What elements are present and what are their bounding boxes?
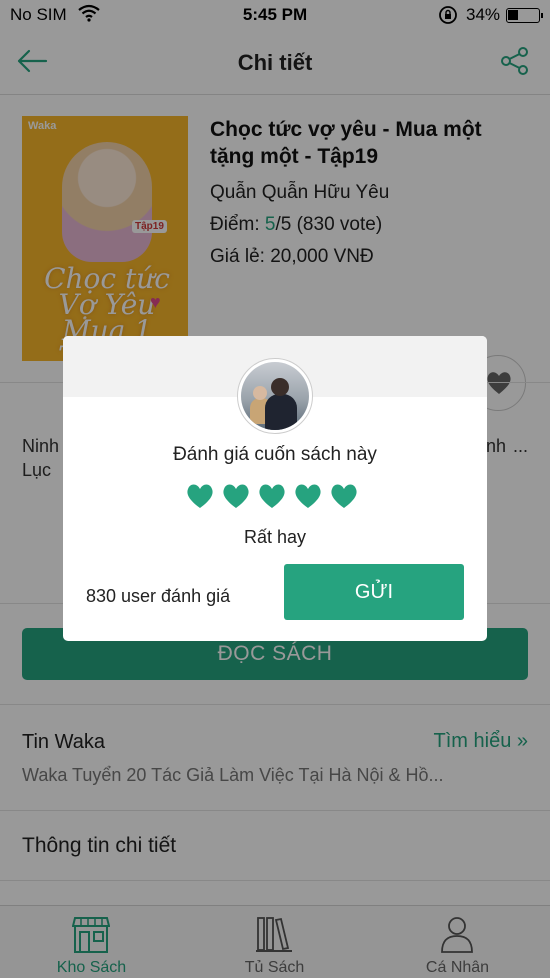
rating-heart-icon[interactable]: [185, 482, 215, 510]
send-button[interactable]: GỬI: [284, 564, 464, 620]
dialog-title: Đánh giá cuốn sách này: [173, 444, 377, 465]
rating-heart-icon[interactable]: [221, 482, 251, 510]
avatar: [237, 358, 313, 434]
rating-label: Rất hay: [243, 527, 307, 547]
rating-heart-icon[interactable]: [293, 482, 323, 510]
rating-hearts: [185, 482, 365, 512]
rating-heart-icon[interactable]: [329, 482, 359, 510]
user-rating-count: 830 user đánh giá: [86, 586, 231, 606]
rating-heart-icon[interactable]: [257, 482, 287, 510]
rating-dialog: Đánh giá cuốn sách này Rất hay 830 user …: [63, 336, 487, 641]
